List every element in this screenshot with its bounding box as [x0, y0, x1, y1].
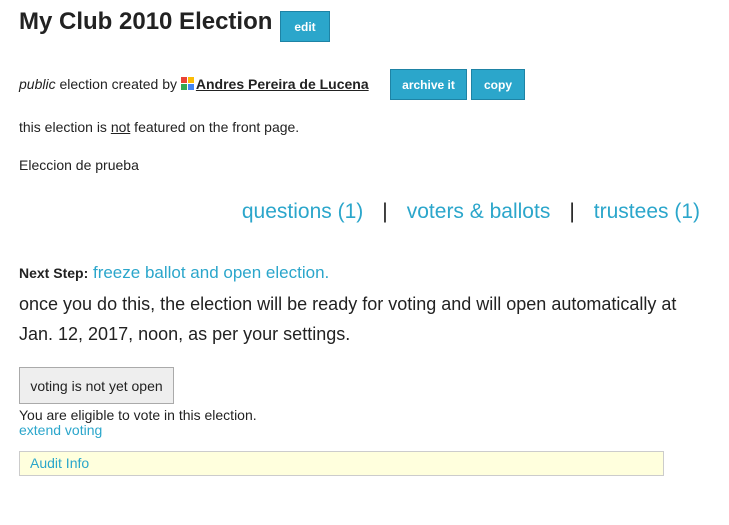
- creator-name[interactable]: Andres Pereira de Lucena: [196, 76, 369, 92]
- trustees-link[interactable]: trustees (1): [594, 200, 700, 224]
- audit-info-label[interactable]: Audit Info: [30, 455, 89, 471]
- next-step-explanation: once you do this, the election will be r…: [19, 294, 677, 344]
- page-title: My Club 2010 Election: [19, 8, 273, 35]
- featured-suffix: featured on the front page.: [130, 119, 300, 135]
- eligibility-text: You are eligible to vote in this electio…: [19, 407, 257, 423]
- audit-info-panel[interactable]: Audit Info: [19, 451, 664, 476]
- freeze-ballot-link[interactable]: freeze ballot and open election.: [93, 263, 329, 282]
- nav-separator: |: [382, 200, 388, 223]
- created-by-text: election created by: [55, 76, 181, 92]
- copy-button[interactable]: copy: [471, 69, 525, 100]
- next-step-label: Next Step:: [19, 265, 89, 281]
- nav-separator: |: [569, 200, 575, 223]
- election-description: Eleccion de prueba: [19, 157, 139, 173]
- creator-link[interactable]: Andres Pereira de Lucena: [180, 76, 369, 92]
- election-nav: questions (1) | voters & ballots | trust…: [242, 200, 700, 224]
- featured-not: not: [110, 119, 131, 135]
- questions-link[interactable]: questions (1): [242, 200, 363, 224]
- voting-status-box: voting is not yet open: [19, 367, 174, 404]
- archive-button[interactable]: archive it: [390, 69, 467, 100]
- extend-voting-link[interactable]: extend voting: [19, 422, 102, 438]
- featured-status: this election is not featured on the fro…: [19, 119, 299, 135]
- election-meta: public election created by Andres Pereir…: [19, 76, 369, 92]
- featured-prefix: this election is: [19, 119, 111, 135]
- edit-button[interactable]: edit: [280, 11, 330, 42]
- google-icon: [180, 77, 194, 90]
- voters-ballots-link[interactable]: voters & ballots: [407, 200, 551, 224]
- visibility-label: public: [19, 76, 56, 92]
- next-step: Next Step: freeze ballot and open electi…: [19, 263, 329, 283]
